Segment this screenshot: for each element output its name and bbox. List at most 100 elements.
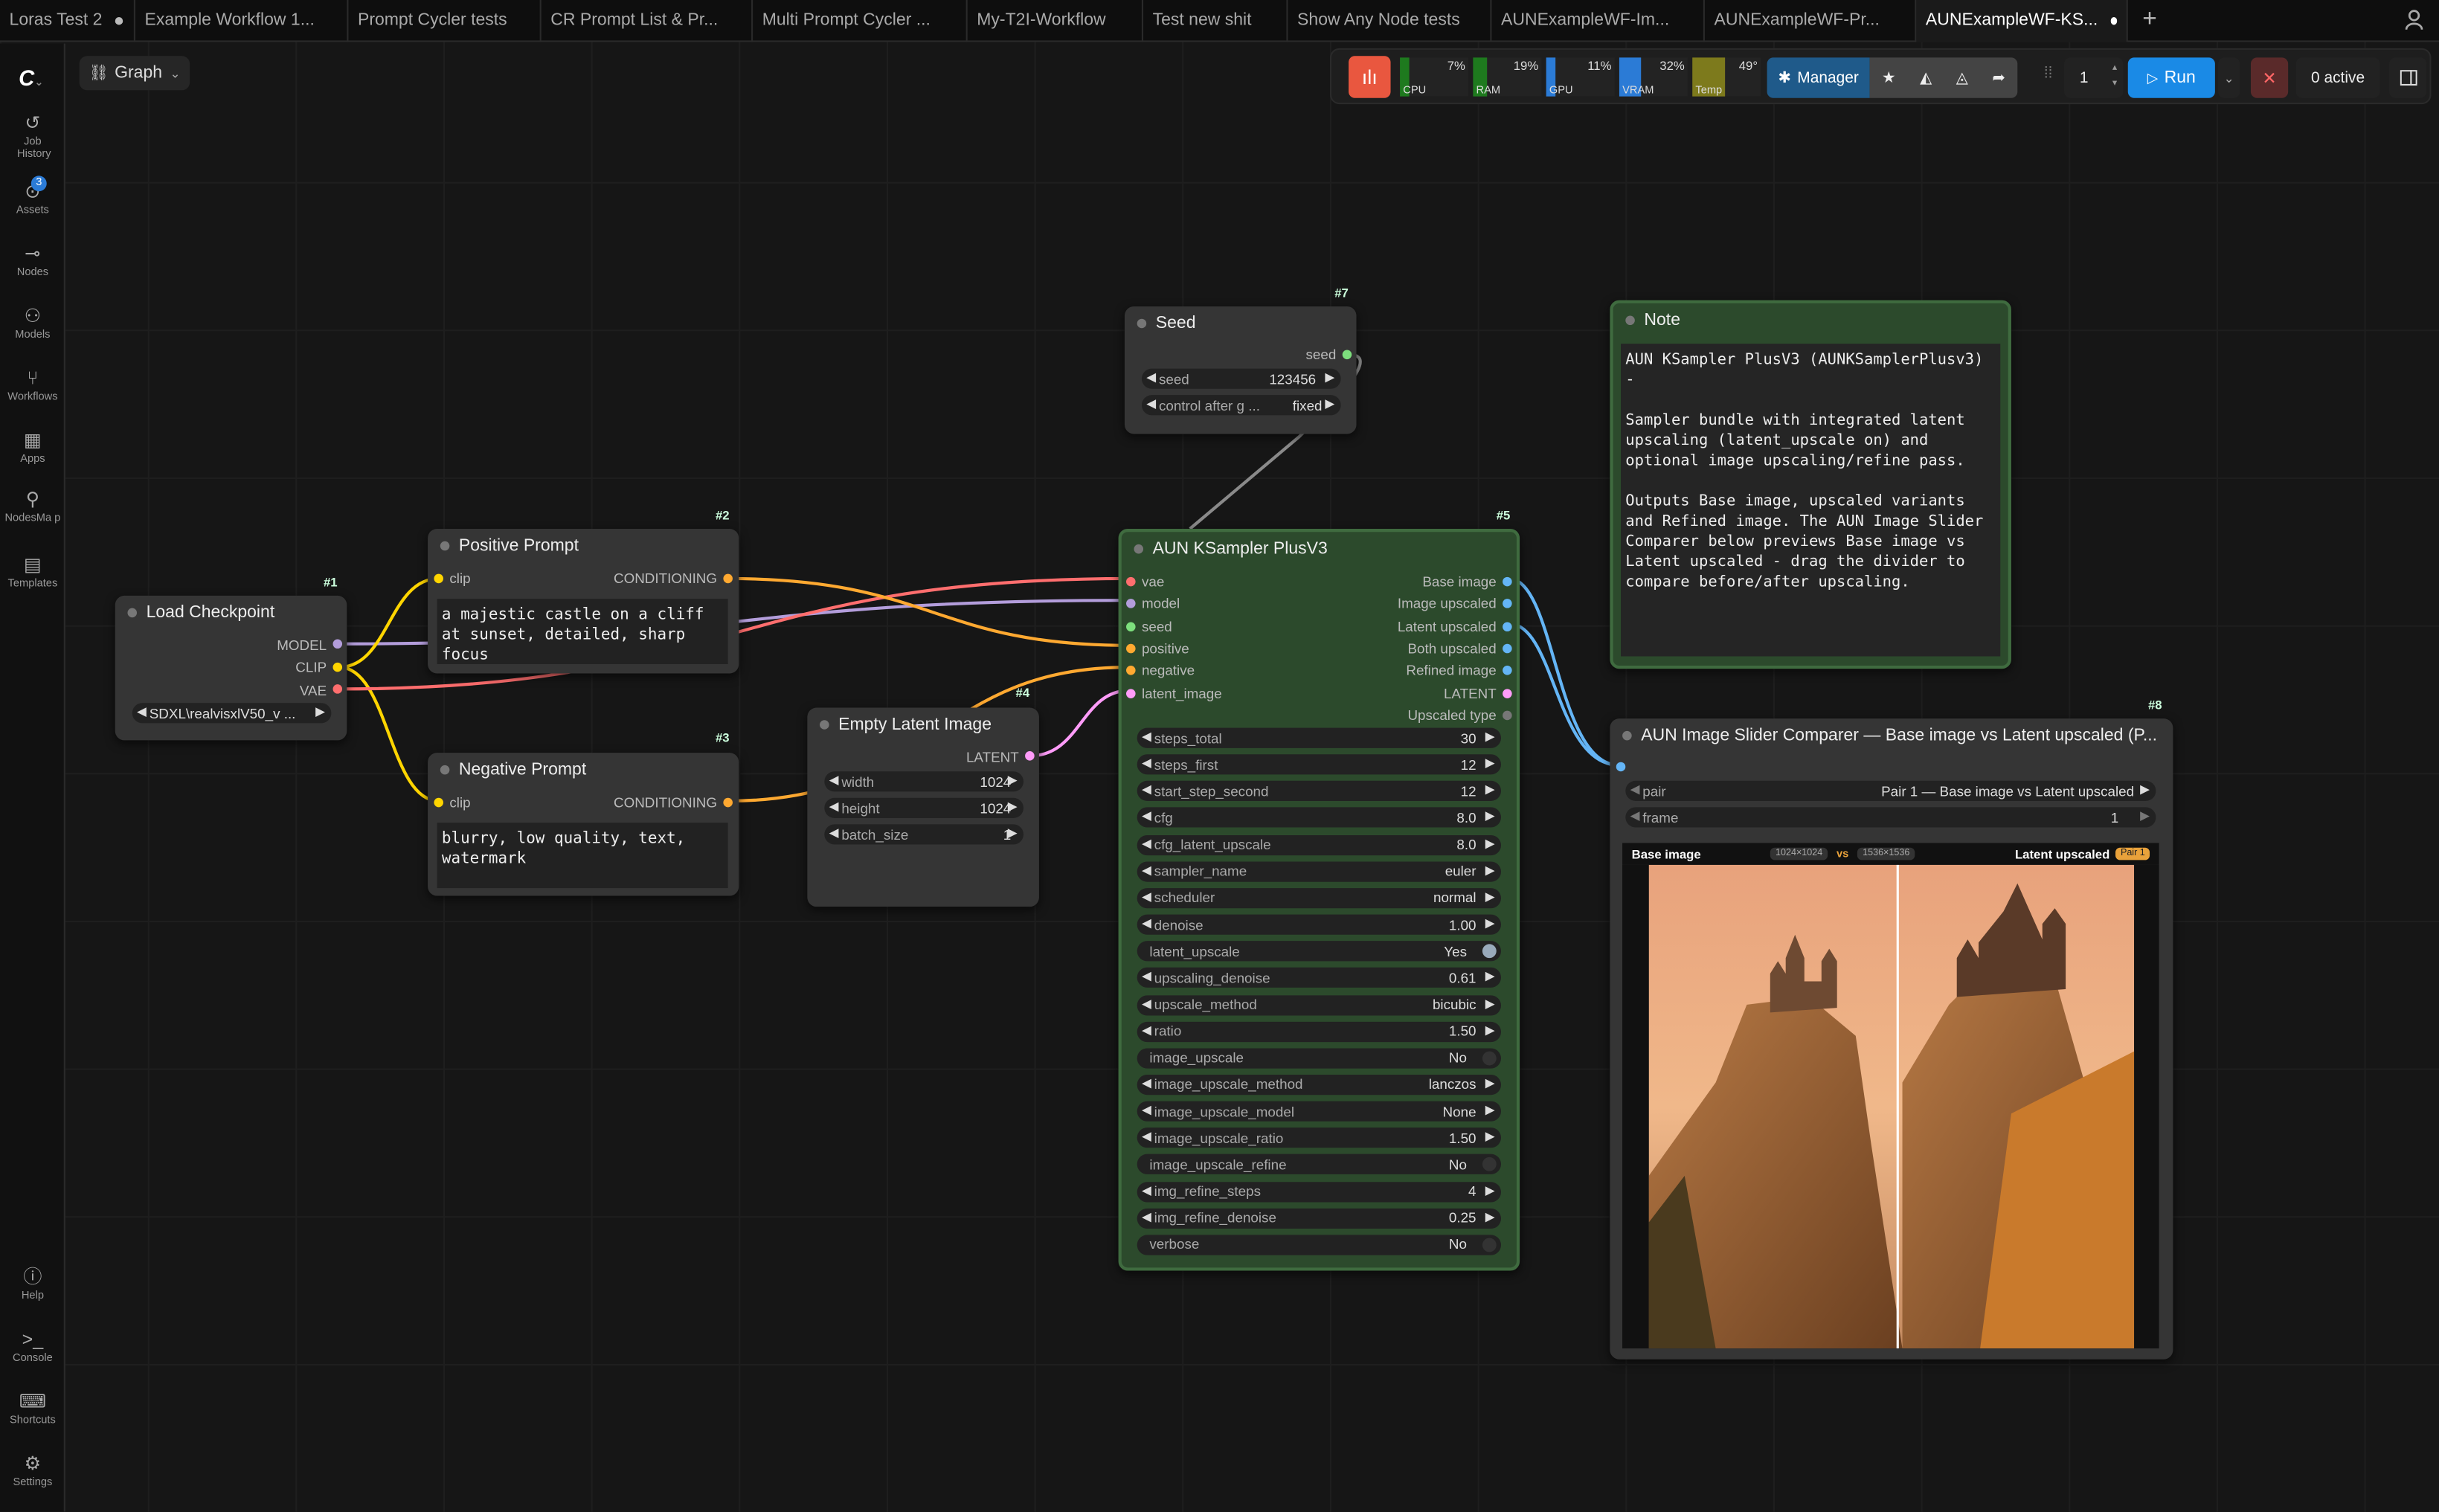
- stepper-icon[interactable]: ▴ ▾: [2112, 61, 2117, 92]
- graph-mode-button[interactable]: ⛓ Graph ⌄: [79, 56, 190, 91]
- image-upscale-model-widget[interactable]: ◀ image_upscale_model None ▶: [1137, 1101, 1502, 1122]
- frame-widget[interactable]: ◀ frame 1 ▶: [1625, 807, 2156, 828]
- output-latent-upscaled-slot[interactable]: [1503, 621, 1512, 631]
- output-upscaled-type-slot[interactable]: [1503, 710, 1512, 720]
- aun-ksampler-plusv3-node[interactable]: AUN KSampler PlusV3 vae model seed positive…: [1118, 529, 1520, 1271]
- drag-handle-icon[interactable]: ⁞⁞: [2044, 65, 2053, 83]
- output-conditioning-slot[interactable]: [723, 797, 733, 808]
- sidebar-shortcuts[interactable]: ⌨ Shortcuts: [0, 1391, 65, 1428]
- tab-example-workflow[interactable]: Example Workflow 1...: [135, 0, 349, 42]
- node-title[interactable]: Note: [1613, 303, 2008, 338]
- positive-prompt-node[interactable]: Positive Prompt clip CONDITIONING a maje…: [428, 529, 739, 674]
- tab-aunexamplewf-im[interactable]: AUNExampleWF-Im...: [1491, 0, 1705, 42]
- ckpt-name-select[interactable]: ◀ SDXL\realvisxlV50_v ... ▶: [132, 703, 332, 724]
- run-button[interactable]: ▷ Run: [2127, 57, 2215, 98]
- pair-select[interactable]: ◀ pair Pair 1 — Base image vs Latent upsca…: [1625, 780, 2156, 801]
- width-widget[interactable]: ◀ width 1024 ▶: [824, 771, 1024, 792]
- output-image-upscaled-slot[interactable]: [1503, 599, 1512, 609]
- tab-show-any-node-tests[interactable]: Show Any Node tests: [1288, 0, 1492, 42]
- input-latent_image-slot[interactable]: [1126, 688, 1136, 698]
- tab-cr-prompt-list[interactable]: CR Prompt List & Pr...: [542, 0, 753, 42]
- node-title[interactable]: AUN Image Slider Comparer — Base image v…: [1610, 718, 2173, 753]
- image-upscale-ratio-widget[interactable]: ◀ image_upscale_ratio 1.50 ▶: [1137, 1127, 1502, 1148]
- node-title[interactable]: Empty Latent Image: [807, 707, 1039, 741]
- input-model-slot[interactable]: [1126, 599, 1136, 609]
- tab-aunexamplewf-pr[interactable]: AUNExampleWF-Pr...: [1705, 0, 1917, 42]
- output-both-upscaled-slot[interactable]: [1503, 643, 1512, 654]
- new-tab-button[interactable]: +: [2128, 0, 2172, 41]
- sidebar-workflows[interactable]: ⑂ Workflows: [0, 367, 65, 405]
- height-widget[interactable]: ◀ height 1024 ▶: [824, 797, 1024, 818]
- panel-toggle-button[interactable]: [2389, 57, 2427, 98]
- node-title[interactable]: AUN KSampler PlusV3: [1122, 532, 1517, 566]
- star-icon[interactable]: ★: [1882, 69, 1896, 86]
- manager-button[interactable]: ✱ Manager: [1767, 57, 1870, 98]
- tab-prompt-cycler-tests[interactable]: Prompt Cycler tests: [348, 0, 542, 42]
- sidebar-templates[interactable]: ▤ Templates: [0, 553, 65, 591]
- load-checkpoint-node[interactable]: Load Checkpoint MODEL CLIP VAE ◀ SDXL\rea…: [115, 595, 347, 741]
- node-title[interactable]: Negative Prompt: [428, 753, 739, 787]
- image-upscale-refine-widget[interactable]: image_upscale_refine No: [1137, 1154, 1502, 1175]
- start-step-second-widget[interactable]: ◀ start_step_second 12 ▶: [1137, 781, 1502, 802]
- node-title[interactable]: Seed: [1125, 306, 1357, 341]
- input-clip-slot[interactable]: [434, 573, 443, 584]
- output-base-image-slot[interactable]: [1503, 576, 1512, 587]
- cfg-widget[interactable]: ◀ cfg 8.0 ▶: [1137, 808, 1502, 829]
- sidebar-nodesmap[interactable]: ⚲ NodesMa p: [0, 489, 65, 526]
- denoise-widget[interactable]: ◀ denoise 1.00 ▶: [1137, 914, 1502, 935]
- node-title[interactable]: Load Checkpoint: [115, 596, 347, 630]
- batch-count-input[interactable]: 1 ▴ ▾: [2064, 57, 2124, 98]
- sidebar-nodes[interactable]: ⊸ Nodes: [0, 242, 65, 280]
- upscaling-denoise-widget[interactable]: ◀ upscaling_denoise 0.61 ▶: [1137, 968, 1502, 988]
- note-node[interactable]: Note AUN KSampler PlusV3 (AUNKSamplerPlu…: [1610, 300, 2011, 669]
- input-positive-slot[interactable]: [1126, 643, 1136, 654]
- input-images-slot[interactable]: [1616, 762, 1626, 772]
- stats-button[interactable]: ılı: [1349, 56, 1391, 98]
- comfy-logo[interactable]: C⌄: [19, 65, 43, 90]
- steps-first-widget[interactable]: ◀ steps_first 12 ▶: [1137, 754, 1502, 775]
- control-after-generate-widget[interactable]: ◀ control after g ... fixed ▶: [1141, 395, 1341, 416]
- queue-active-button[interactable]: 0 active: [2295, 57, 2380, 98]
- sidebar-assets[interactable]: ⊙ Assets 3: [0, 176, 65, 218]
- empty-latent-image-node[interactable]: Empty Latent Image LATENT ◀ width 1024 ▶ ◀ h…: [807, 707, 1039, 907]
- upscale-method-widget[interactable]: ◀ upscale_method bicubic ▶: [1137, 994, 1502, 1015]
- sidebar-job-history[interactable]: ↺ Job History: [0, 112, 65, 162]
- verbose-widget[interactable]: verbose No: [1137, 1235, 1502, 1255]
- negative-prompt-text[interactable]: blurry, low quality, text, watermark: [437, 823, 728, 889]
- output-refined-image-slot[interactable]: [1503, 666, 1512, 675]
- img-refine-denoise-widget[interactable]: ◀ img_refine_denoise 0.25 ▶: [1137, 1208, 1502, 1229]
- tab-test-new[interactable]: Test new shit: [1143, 0, 1288, 42]
- output-latent-slot[interactable]: [1503, 688, 1512, 698]
- ratio-widget[interactable]: ◀ ratio 1.50 ▶: [1137, 1021, 1502, 1042]
- seed-node[interactable]: Seed seed ◀ seed 123456 ▶ ◀ control after g …: [1124, 306, 1357, 434]
- output-vae-slot[interactable]: [332, 684, 343, 694]
- triangle-icon[interactable]: ◭: [1920, 69, 1932, 86]
- latent-upscale-widget[interactable]: latent_upscale Yes: [1137, 941, 1502, 962]
- output-seed-slot[interactable]: [1342, 350, 1352, 360]
- tab-aunexamplewf-ks[interactable]: AUNExampleWF-KS...: [1916, 0, 2128, 42]
- output-latent-slot[interactable]: [1025, 751, 1035, 761]
- tab-multi-prompt-cycler[interactable]: Multi Prompt Cycler ...: [753, 0, 968, 42]
- sidebar-apps[interactable]: ▦ Apps: [0, 429, 65, 466]
- negative-prompt-node[interactable]: Negative Prompt clip CONDITIONING blurry…: [428, 753, 739, 896]
- input-seed-slot[interactable]: [1126, 621, 1136, 631]
- output-conditioning-slot[interactable]: [723, 573, 733, 584]
- output-clip-slot[interactable]: [332, 662, 343, 672]
- cancel-button[interactable]: ✕: [2250, 57, 2289, 98]
- comparison-image[interactable]: [1622, 864, 2159, 1349]
- share-icon[interactable]: ➦: [1992, 69, 2005, 86]
- seed-widget[interactable]: ◀ seed 123456 ▶: [1141, 368, 1341, 389]
- image-upscale-method-widget[interactable]: ◀ image_upscale_method lanczos ▶: [1137, 1074, 1502, 1096]
- steps-total-widget[interactable]: ◀ steps_total 30 ▶: [1137, 727, 1502, 748]
- output-model-slot[interactable]: [332, 639, 343, 649]
- run-options-button[interactable]: ⌄: [2218, 57, 2240, 98]
- scheduler-widget[interactable]: ◀ scheduler normal ▶: [1137, 887, 1502, 909]
- tab-loras-test-2[interactable]: Loras Test 2: [0, 0, 135, 42]
- sidebar-settings[interactable]: ⚙ Settings: [0, 1453, 65, 1490]
- sampler-name-widget[interactable]: ◀ sampler_name euler ▶: [1137, 861, 1502, 882]
- batch-size-widget[interactable]: ◀ batch_size 1 ▶: [824, 824, 1024, 845]
- tab-my-t2i-workflow[interactable]: My-T2I-Workflow: [968, 0, 1144, 42]
- input-vae-slot[interactable]: [1126, 576, 1136, 587]
- sidebar-console[interactable]: >_ Console: [0, 1328, 65, 1365]
- input-clip-slot[interactable]: [434, 797, 443, 808]
